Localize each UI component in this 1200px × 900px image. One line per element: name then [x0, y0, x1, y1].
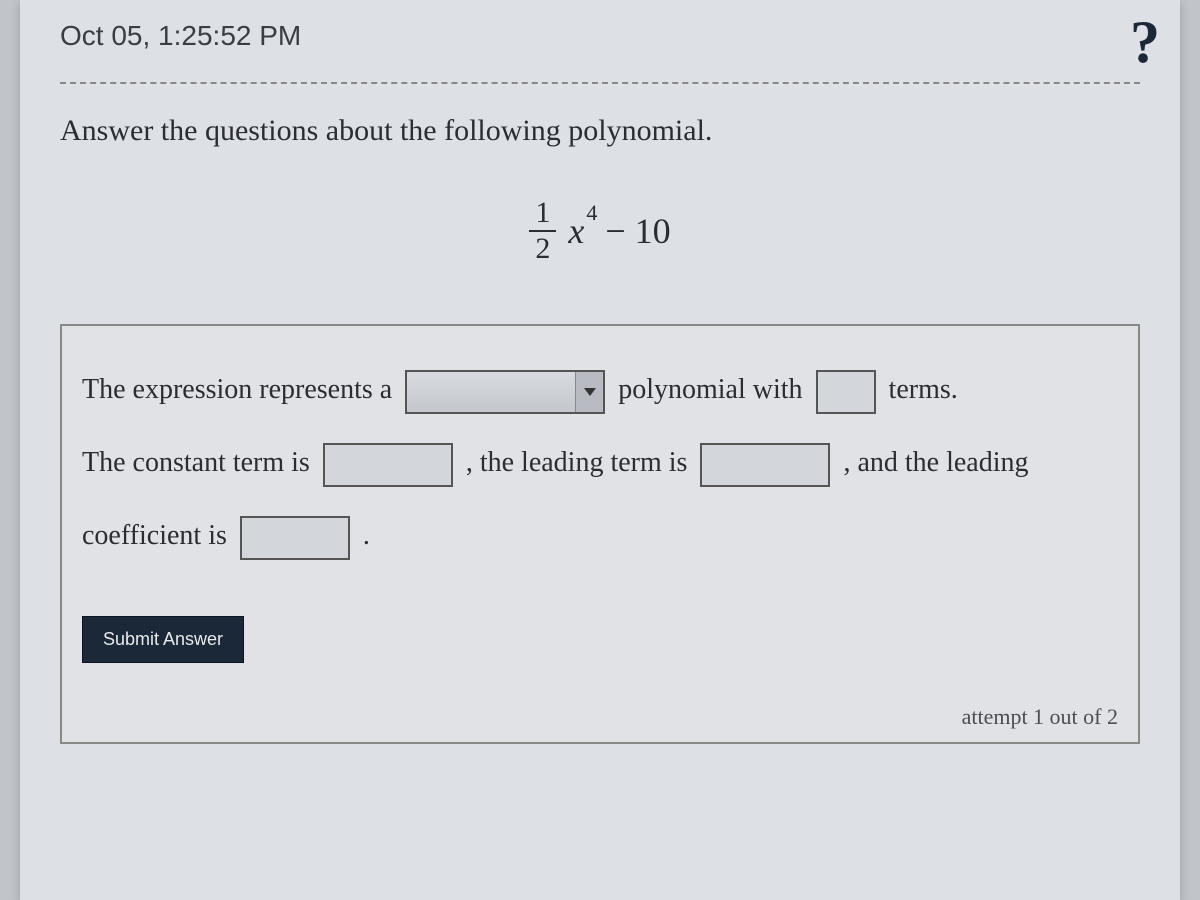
text-segment: The expression represents a — [82, 374, 399, 405]
question-prompt: Answer the questions about the following… — [60, 114, 1140, 148]
terms-count-input[interactable] — [816, 370, 876, 414]
answer-box: The expression represents a polynomial w… — [60, 324, 1140, 744]
help-icon[interactable]: ? — [1130, 8, 1160, 77]
answer-line-1: The expression represents a polynomial w… — [82, 356, 1118, 423]
answer-line-3: coefficient is . — [82, 502, 1118, 569]
text-segment: . — [363, 520, 370, 551]
text-segment: , and the leading — [843, 447, 1028, 478]
poly-variable: x — [568, 211, 584, 251]
text-segment: coefficient is — [82, 520, 234, 551]
divider — [60, 82, 1140, 84]
text-segment: terms. — [889, 374, 958, 405]
poly-constant: − 10 — [605, 210, 670, 252]
answer-line-2: The constant term is , the leading term … — [82, 429, 1118, 496]
constant-term-input[interactable] — [323, 443, 453, 487]
fraction-numerator: 1 — [529, 198, 556, 232]
timestamp: Oct 05, 1:25:52 PM — [60, 0, 1140, 82]
chevron-down-icon — [575, 372, 603, 412]
text-segment: The constant term is — [82, 447, 317, 478]
text-segment: polynomial with — [618, 374, 809, 405]
fraction: 1 2 — [529, 198, 556, 264]
question-page: ? Oct 05, 1:25:52 PM Answer the question… — [20, 0, 1180, 900]
poly-term: x4 — [568, 210, 597, 252]
polynomial-type-select[interactable] — [405, 370, 605, 414]
attempt-counter: attempt 1 out of 2 — [962, 704, 1118, 730]
text-segment: , the leading term is — [466, 447, 695, 478]
polynomial-expression: 1 2 x4 − 10 — [60, 198, 1140, 264]
leading-term-input[interactable] — [700, 443, 830, 487]
leading-coefficient-input[interactable] — [240, 516, 350, 560]
submit-answer-button[interactable]: Submit Answer — [82, 616, 244, 663]
fraction-denominator: 2 — [529, 232, 556, 264]
poly-exponent: 4 — [586, 200, 597, 225]
